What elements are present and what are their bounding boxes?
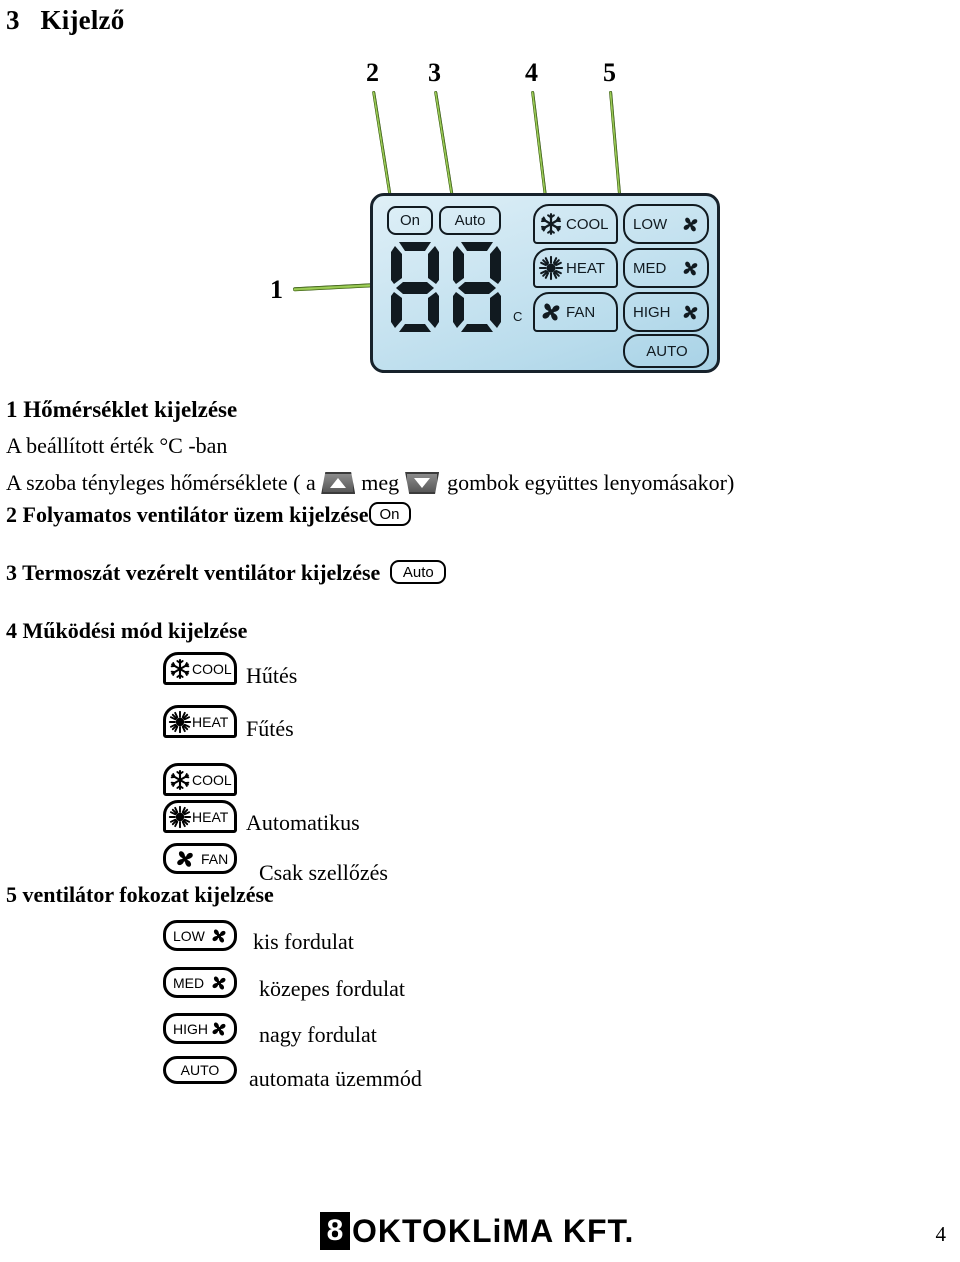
callout-number-1: 1 — [270, 275, 283, 304]
auto-badge-icon: Auto — [390, 560, 447, 584]
company-logo: 8 OKTOKLiMA KFT. — [320, 1212, 634, 1250]
lcd-speed-cell-auto: AUTO — [623, 334, 709, 368]
speed-icon-label-auto: AUTO — [180, 1062, 220, 1078]
speed-icon-low: LOW — [163, 920, 237, 951]
lcd-speed-cell-low: LOW — [623, 204, 709, 244]
fan-icon — [212, 929, 226, 942]
mode-icon-label-heat-auto: HEAT — [192, 808, 229, 825]
legend-heading-3: 3 Termoszát vezérelt ventilátor kijelzés… — [6, 560, 381, 585]
mode-icon-cool-auto: COOL — [163, 763, 237, 796]
callout-number-4: 4 — [525, 58, 538, 87]
sun-icon — [168, 805, 192, 828]
snowflake-icon — [170, 658, 190, 679]
callout-number-5: 5 — [603, 58, 616, 87]
lcd-diagram: 2 3 4 5 1 On Auto C COOL HEAT FAN LOW ME… — [250, 55, 720, 380]
lcd-mode-label-fan: FAN — [566, 303, 596, 321]
lcd-speed-label-low: LOW — [633, 215, 668, 233]
legend-item5-text-med: közepes fordulat — [259, 976, 405, 1001]
mode-icon-label-heat: HEAT — [192, 713, 229, 730]
sun-icon — [168, 710, 192, 733]
logo-text: OKTOKLiMA KFT. — [352, 1213, 635, 1249]
lcd-speed-cell-med: MED — [623, 248, 709, 288]
legend-item1-line2-part-b: meg — [361, 470, 400, 495]
legend-item-3: 3 Termoszát vezérelt ventilátor kijelzés… — [6, 560, 447, 585]
leader-line-5 — [609, 90, 622, 199]
leader-line-4 — [531, 90, 548, 199]
fan-icon — [212, 976, 226, 989]
leader-line-3 — [434, 90, 454, 198]
fan-icon — [683, 305, 698, 319]
speed-icon-label-high: HIGH — [173, 1020, 208, 1037]
lcd-mode-label-cool: COOL — [566, 215, 609, 233]
lcd-speed-cell-high: HIGH — [623, 292, 709, 332]
lcd-speed-label-auto: AUTO — [646, 342, 688, 360]
legend-item4-text-heat: Fűtés — [246, 716, 294, 741]
mode-icon-heat-auto: HEAT — [163, 800, 237, 833]
sun-icon — [538, 255, 564, 281]
legend-item1-line2: A szoba tényleges hőmérséklete ( a meg g… — [6, 472, 734, 494]
mode-icon-cool: COOL — [163, 652, 237, 685]
lcd-unit-celsius: C — [513, 309, 523, 324]
fan-icon — [542, 303, 560, 321]
temperature-up-button-icon[interactable] — [321, 472, 356, 494]
mode-icon-label-cool-auto: COOL — [192, 771, 232, 788]
seven-segment-digit-ones — [453, 242, 501, 332]
lcd-mode-cell-heat: HEAT — [533, 248, 618, 288]
speed-icon-med: MED — [163, 967, 237, 998]
mode-icon-label-cool: COOL — [192, 660, 232, 677]
logo-mark-glyph: 8 — [326, 1214, 344, 1247]
legend-item4-text-fan: Csak szellőzés — [259, 860, 388, 885]
callout-number-2: 2 — [366, 58, 379, 87]
legend-item5-text-high: nagy fordulat — [259, 1022, 377, 1047]
legend-item1-line2-part-a: A szoba tényleges hőmérséklete ( a — [6, 470, 322, 495]
legend-item4-text-automatikus: Automatikus — [246, 810, 360, 835]
legend-item1-line1: A beállított érték °C -ban — [6, 433, 228, 458]
on-badge-icon: On — [368, 502, 411, 526]
lcd-mode-cell-cool: COOL — [533, 204, 618, 244]
lcd-mode-cell-fan: FAN — [533, 292, 618, 332]
logo-mark-icon: 8 — [320, 1212, 350, 1250]
page-number: 4 — [935, 1222, 947, 1246]
legend-item4-text-cool: Hűtés — [246, 663, 298, 688]
legend-item1-line2-part-c: gombok együttes lenyomásakor) — [447, 470, 735, 495]
seven-segment-digit-tens — [391, 242, 439, 332]
lcd-on-indicator: On — [387, 206, 433, 235]
speed-icon-high: HIGH — [163, 1013, 237, 1044]
legend-item5-text-low: kis fordulat — [253, 929, 354, 954]
temperature-down-button-icon[interactable] — [405, 472, 440, 494]
lcd-speed-label-med: MED — [633, 259, 667, 277]
speed-icon-label-low: LOW — [173, 927, 205, 944]
lcd-mode-label-heat: HEAT — [566, 259, 605, 277]
legend-heading-2: 2 Folyamatos ventilátor üzem kijelzése — [6, 502, 369, 527]
legend-item-2: 2 Folyamatos ventilátor üzem kijelzése O… — [6, 502, 411, 527]
lcd-panel: On Auto C COOL HEAT FAN LOW MED HIGH AUT… — [370, 193, 720, 373]
legend-heading-5: 5 ventilátor fokozat kijelzése — [6, 882, 274, 907]
speed-icon-label-med: MED — [173, 974, 205, 991]
fan-icon — [683, 217, 698, 231]
leader-line-2 — [372, 90, 392, 198]
lcd-auto-indicator: Auto — [439, 206, 501, 235]
mode-icon-label-fan: FAN — [201, 850, 229, 867]
legend-heading-4: 4 Működési mód kijelzése — [6, 618, 248, 643]
lcd-speed-label-high: HIGH — [633, 303, 671, 321]
speed-icon-auto: AUTO — [163, 1056, 237, 1084]
callout-number-3: 3 — [428, 58, 441, 87]
snowflake-icon — [540, 213, 562, 235]
fan-icon — [212, 1022, 226, 1035]
snowflake-icon — [170, 769, 190, 790]
page-title: 3 Kijelző — [6, 5, 125, 35]
fan-icon — [177, 850, 193, 867]
legend-heading-1: 1 Hőmérséklet kijelzése — [6, 397, 238, 422]
mode-icon-heat: HEAT — [163, 705, 237, 738]
fan-icon — [683, 261, 698, 275]
mode-icon-fan: FAN — [163, 843, 237, 874]
legend-item5-text-auto: automata üzemmód — [249, 1066, 422, 1091]
